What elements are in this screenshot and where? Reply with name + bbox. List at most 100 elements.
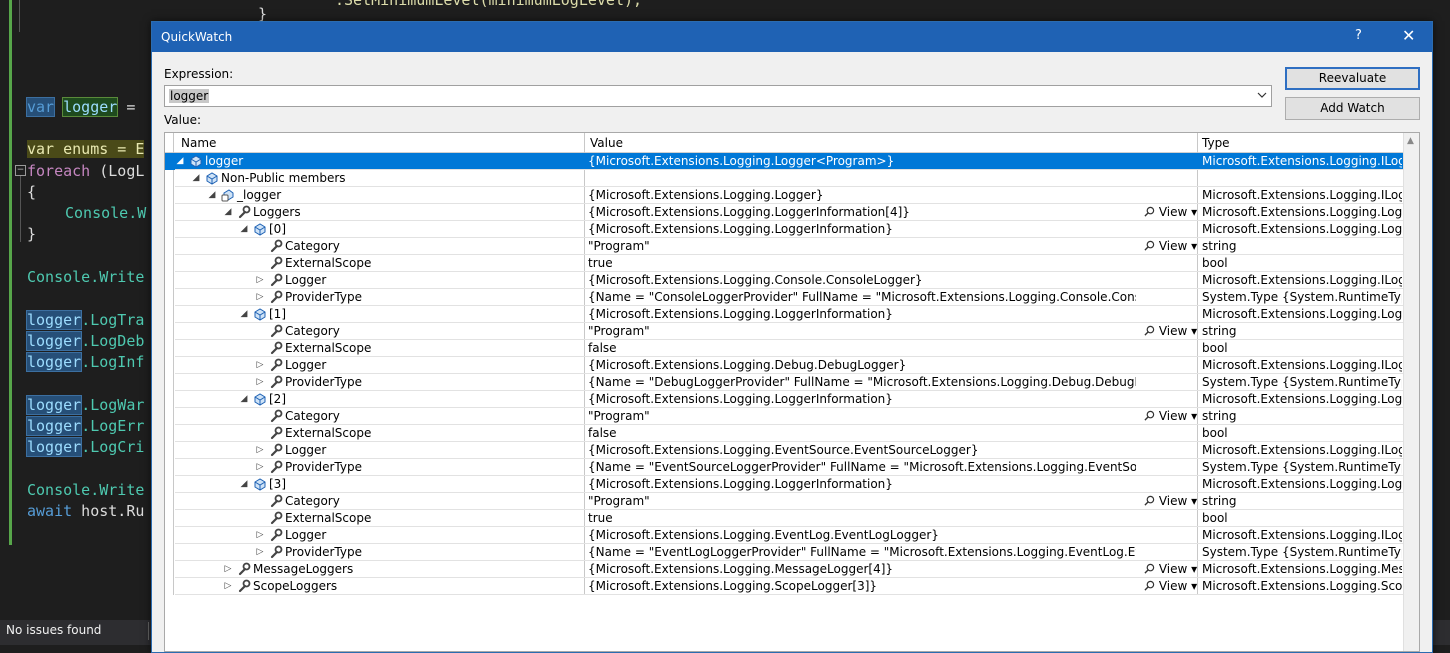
row-divider	[175, 594, 1403, 595]
row-value[interactable]: {Microsoft.Extensions.Logging.Logger}	[588, 188, 1136, 202]
view-visualizer-button[interactable]: View ▾	[1144, 494, 1198, 508]
watch-row[interactable]: ExternalScope true bool	[165, 255, 1403, 272]
row-value[interactable]: "Program"	[588, 324, 1136, 338]
row-type: Microsoft.Extensions.Logging.ILogg...	[1202, 273, 1402, 287]
collapse-arrow-icon[interactable]: ◢	[239, 223, 249, 235]
view-visualizer-button[interactable]: View ▾	[1144, 579, 1198, 593]
watch-row[interactable]: ◢ [0] {Microsoft.Extensions.Logging.Logger…	[165, 221, 1403, 238]
expand-arrow-icon[interactable]: ▷	[255, 444, 265, 456]
row-value[interactable]: {Microsoft.Extensions.Logging.Logger<Pro…	[588, 154, 1136, 168]
scroll-up-icon[interactable]: ▲	[1407, 136, 1414, 146]
watch-row[interactable]: ExternalScope false bool	[165, 340, 1403, 357]
watch-row[interactable]: ◢ logger {Microsoft.Extensions.Logging.Log…	[165, 153, 1403, 170]
row-type: Microsoft.Extensions.Logging.ILogg...	[1202, 188, 1402, 202]
watch-row[interactable]: ◢ Loggers {Microsoft.Extensions.Logging.Lo…	[165, 204, 1403, 221]
column-header-value[interactable]: Value	[590, 136, 623, 150]
row-value[interactable]: false	[588, 426, 1136, 440]
view-visualizer-button[interactable]: View ▾	[1144, 205, 1198, 219]
row-value[interactable]: true	[588, 256, 1136, 270]
chevron-down-icon[interactable]	[1256, 88, 1268, 102]
row-value[interactable]: {Microsoft.Extensions.Logging.Console.Co…	[588, 273, 1136, 287]
row-value[interactable]: {Microsoft.Extensions.Logging.LoggerInfo…	[588, 205, 1136, 219]
watch-row[interactable]: ▷ MessageLoggers {Microsoft.Extensions.Log…	[165, 561, 1403, 578]
watch-row[interactable]: ▷ ProviderType {Name = "EventLogLoggerProv…	[165, 544, 1403, 561]
watch-row[interactable]: Category "Program" View ▾ string	[165, 323, 1403, 340]
watch-row[interactable]: ▷ ProviderType {Name = "DebugLoggerProvide…	[165, 374, 1403, 391]
collapse-icon[interactable]: −	[15, 165, 26, 176]
value-grid[interactable]: Name Value Type ◢ logger {Microsoft.Extens…	[164, 132, 1420, 652]
column-header-name[interactable]: Name	[181, 136, 216, 150]
collapse-arrow-icon[interactable]: ◢	[239, 308, 249, 320]
watch-row[interactable]: ▷ Logger {Microsoft.Extensions.Logging.Con…	[165, 272, 1403, 289]
watch-row[interactable]: ▷ Logger {Microsoft.Extensions.Logging.Eve…	[165, 442, 1403, 459]
row-type: bool	[1202, 256, 1228, 270]
collapse-arrow-icon[interactable]: ◢	[207, 189, 217, 201]
row-value[interactable]: {Microsoft.Extensions.Logging.EventSourc…	[588, 443, 1136, 457]
watch-row[interactable]: ◢ [3] {Microsoft.Extensions.Logging.Logger…	[165, 476, 1403, 493]
row-value[interactable]: {Microsoft.Extensions.Logging.LoggerInfo…	[588, 392, 1136, 406]
row-value[interactable]: {Microsoft.Extensions.Logging.MessageLog…	[588, 562, 1136, 576]
expand-arrow-icon[interactable]: ▷	[255, 274, 265, 286]
watch-row[interactable]: ExternalScope true bool	[165, 510, 1403, 527]
row-value[interactable]: {Microsoft.Extensions.Logging.LoggerInfo…	[588, 477, 1136, 491]
expression-input[interactable]: logger	[169, 89, 210, 103]
dialog-title-bar[interactable]: QuickWatch ? ✕	[152, 22, 1432, 52]
watch-row[interactable]: ExternalScope false bool	[165, 425, 1403, 442]
row-value[interactable]: {Name = "EventSourceLoggerProvider" Full…	[588, 460, 1136, 474]
watch-row[interactable]: ◢ _logger {Microsoft.Extensions.Logging.Lo…	[165, 187, 1403, 204]
watch-row[interactable]: Category "Program" View ▾ string	[165, 408, 1403, 425]
view-visualizer-button[interactable]: View ▾	[1144, 409, 1198, 423]
watch-row[interactable]: ▷ Logger {Microsoft.Extensions.Logging.Eve…	[165, 527, 1403, 544]
watch-row[interactable]: ▷ Logger {Microsoft.Extensions.Logging.Deb…	[165, 357, 1403, 374]
close-button[interactable]: ✕	[1402, 26, 1415, 45]
expression-label: Expression:	[164, 67, 234, 81]
row-value[interactable]: {Microsoft.Extensions.Logging.Debug.Debu…	[588, 358, 1136, 372]
expand-arrow-icon[interactable]: ▷	[255, 291, 265, 303]
watch-row[interactable]: ◢ [1] {Microsoft.Extensions.Logging.Logger…	[165, 306, 1403, 323]
row-value[interactable]: true	[588, 511, 1136, 525]
watch-row[interactable]: ▷ ScopeLoggers {Microsoft.Extensions.Loggi…	[165, 578, 1403, 595]
watch-row[interactable]: ▷ ProviderType {Name = "ConsoleLoggerProvi…	[165, 289, 1403, 306]
view-visualizer-button[interactable]: View ▾	[1144, 239, 1198, 253]
row-value[interactable]: {Name = "DebugLoggerProvider" FullName =…	[588, 375, 1136, 389]
row-value[interactable]: "Program"	[588, 494, 1136, 508]
watch-row[interactable]: ▷ ProviderType {Name = "EventSourceLoggerP…	[165, 459, 1403, 476]
row-value[interactable]: {Microsoft.Extensions.Logging.LoggerInfo…	[588, 307, 1136, 321]
expand-arrow-icon[interactable]: ▷	[255, 359, 265, 371]
row-value[interactable]: {Microsoft.Extensions.Logging.EventLog.E…	[588, 528, 1136, 542]
expand-arrow-icon[interactable]: ▷	[255, 376, 265, 388]
expand-arrow-icon[interactable]: ▷	[223, 563, 233, 575]
watch-row[interactable]: Category "Program" View ▾ string	[165, 238, 1403, 255]
row-value[interactable]: {Microsoft.Extensions.Logging.LoggerInfo…	[588, 222, 1136, 236]
row-value[interactable]: "Program"	[588, 409, 1136, 423]
row-type: Microsoft.Extensions.Logging.Logg...	[1202, 477, 1402, 491]
column-header-type[interactable]: Type	[1202, 136, 1230, 150]
watch-row[interactable]: ◢ [2] {Microsoft.Extensions.Logging.Logger…	[165, 391, 1403, 408]
collapse-arrow-icon[interactable]: ◢	[239, 478, 249, 490]
expand-arrow-icon[interactable]: ▷	[255, 461, 265, 473]
row-value[interactable]: {Name = "EventLogLoggerProvider" FullNam…	[588, 545, 1136, 559]
expand-arrow-icon[interactable]: ▷	[223, 580, 233, 592]
add-watch-button[interactable]: Add Watch	[1285, 97, 1420, 120]
collapse-arrow-icon[interactable]: ◢	[223, 206, 233, 218]
row-value[interactable]: {Name = "ConsoleLoggerProvider" FullName…	[588, 290, 1136, 304]
expand-arrow-icon[interactable]: ▷	[255, 546, 265, 558]
row-name: ExternalScope	[285, 426, 372, 440]
view-visualizer-button[interactable]: View ▾	[1144, 324, 1198, 338]
view-visualizer-button[interactable]: View ▾	[1144, 562, 1198, 576]
expand-arrow-icon[interactable]: ▷	[255, 529, 265, 541]
collapse-arrow-icon[interactable]: ◢	[191, 172, 201, 184]
collapse-arrow-icon[interactable]: ◢	[239, 393, 249, 405]
watch-row[interactable]: ◢ Non-Public members	[165, 170, 1403, 187]
watch-row[interactable]: Category "Program" View ▾ string	[165, 493, 1403, 510]
property-wrench-icon	[270, 341, 283, 355]
collapse-arrow-icon[interactable]: ◢	[175, 155, 185, 167]
vertical-scrollbar[interactable]: ▲	[1403, 133, 1419, 651]
expression-combobox[interactable]: logger	[164, 85, 1272, 107]
row-value[interactable]: false	[588, 341, 1136, 355]
row-value[interactable]: {Microsoft.Extensions.Logging.ScopeLogge…	[588, 579, 1136, 593]
help-button[interactable]: ?	[1355, 28, 1362, 43]
row-value[interactable]: "Program"	[588, 239, 1136, 253]
reevaluate-button[interactable]: Reevaluate	[1285, 67, 1420, 90]
row-type: System.Type {System.RuntimeType}	[1202, 460, 1402, 474]
